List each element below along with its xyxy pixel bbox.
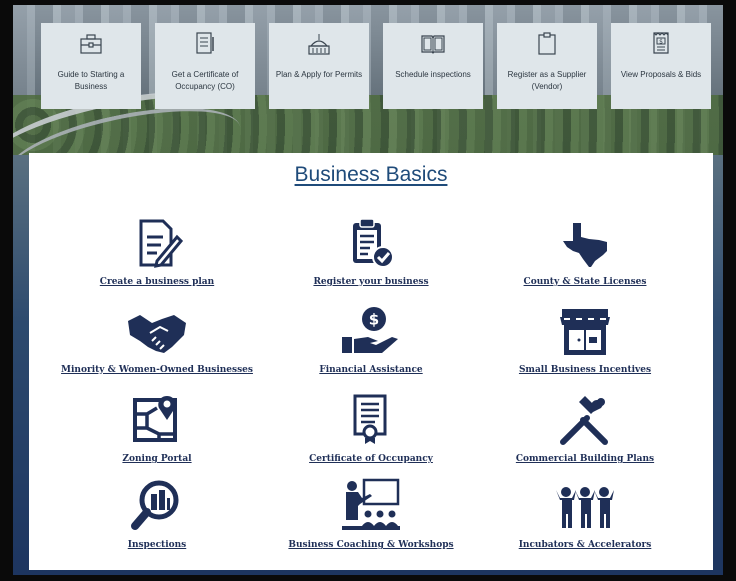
map-pin-icon xyxy=(133,396,177,442)
item-label: Incubators & Accelerators xyxy=(518,540,652,550)
tile-register-supplier[interactable]: Register as a Supplier (Vendor) xyxy=(497,23,597,109)
tile-guide-to-starting-business[interactable]: Guide to Starting a Business xyxy=(41,23,141,109)
commercial-building-plans-link[interactable]: Commercial Building Plans xyxy=(475,390,695,480)
zoning-portal-link[interactable]: Zoning Portal xyxy=(47,390,267,480)
minority-women-owned-link[interactable]: Minority & Women-Owned Businesses xyxy=(47,301,267,391)
create-business-plan-link[interactable]: Create a business plan xyxy=(47,213,267,303)
svg-text:$: $ xyxy=(659,38,663,45)
register-business-link[interactable]: Register your business xyxy=(261,213,481,303)
business-coaching-workshops-link[interactable]: Business Coaching & Workshops xyxy=(261,476,481,566)
tile-plan-apply-permits[interactable]: Plan & Apply for Permits xyxy=(269,23,369,109)
capitol-building-icon xyxy=(308,34,330,55)
tile-certificate-of-occupancy[interactable]: Get a Certificate of Occupancy (CO) xyxy=(155,23,255,109)
item-label: Inspections xyxy=(127,540,187,550)
handshake-icon xyxy=(128,315,186,353)
presentation-icon xyxy=(342,478,400,530)
inspections-link[interactable]: Inspections xyxy=(47,476,267,566)
document-icon xyxy=(196,32,214,54)
financial-assistance-link[interactable]: $ Financial Assistance xyxy=(261,301,481,391)
clipboard-icon xyxy=(538,32,556,55)
item-label: Business Coaching & Workshops xyxy=(288,540,454,550)
tile-schedule-inspections[interactable]: Schedule inspections xyxy=(383,23,483,109)
svg-text:$: $ xyxy=(369,311,379,329)
item-label: Certificate of Occupancy xyxy=(309,454,433,464)
open-book-icon xyxy=(421,35,445,54)
incubators-accelerators-link[interactable]: Incubators & Accelerators xyxy=(475,476,695,566)
storefront-icon xyxy=(560,309,610,355)
tile-label: Get a Certificate of Occupancy (CO) xyxy=(171,70,239,91)
item-label: Financial Assistance xyxy=(319,365,423,375)
briefcase-icon xyxy=(80,34,102,54)
certificate-icon xyxy=(353,394,387,444)
page-frame: Guide to Starting a Business Get a Certi… xyxy=(0,0,736,581)
tile-label: Schedule inspections xyxy=(395,70,471,79)
document-pen-icon xyxy=(139,219,183,268)
section-title[interactable]: Business Basics xyxy=(29,163,713,187)
item-label: Small Business Incentives xyxy=(518,365,652,375)
invoice-dollar-icon: $ xyxy=(653,32,669,54)
county-state-licenses-link[interactable]: County & State Licenses xyxy=(475,213,695,303)
tile-label: View Proposals & Bids xyxy=(620,70,702,79)
item-label: Zoning Portal xyxy=(122,454,192,464)
hammer-wrench-icon xyxy=(560,396,608,445)
certificate-of-occupancy-link[interactable]: Certificate of Occupancy xyxy=(261,390,481,480)
item-label: Register your business xyxy=(313,277,429,287)
business-basics-panel: Business Basics Create a business plan R… xyxy=(29,153,713,570)
team-icon xyxy=(556,487,614,528)
tile-label: Guide to Starting a Business xyxy=(57,70,125,91)
texas-map-icon xyxy=(563,223,607,267)
tile-view-proposals-bids[interactable]: $ View Proposals & Bids xyxy=(611,23,711,109)
item-label: Minority & Women-Owned Businesses xyxy=(61,365,253,375)
tile-label: Plan & Apply for Permits xyxy=(275,70,363,79)
magnify-building-icon xyxy=(131,480,179,530)
item-label: Commercial Building Plans xyxy=(515,454,655,464)
hand-dollar-icon: $ xyxy=(342,307,398,353)
clipboard-check-icon xyxy=(353,218,394,268)
item-label: Create a business plan xyxy=(99,277,215,287)
small-business-incentives-link[interactable]: Small Business Incentives xyxy=(475,301,695,391)
tile-label: Register as a Supplier (Vendor) xyxy=(507,70,587,91)
item-label: County & State Licenses xyxy=(523,277,647,287)
